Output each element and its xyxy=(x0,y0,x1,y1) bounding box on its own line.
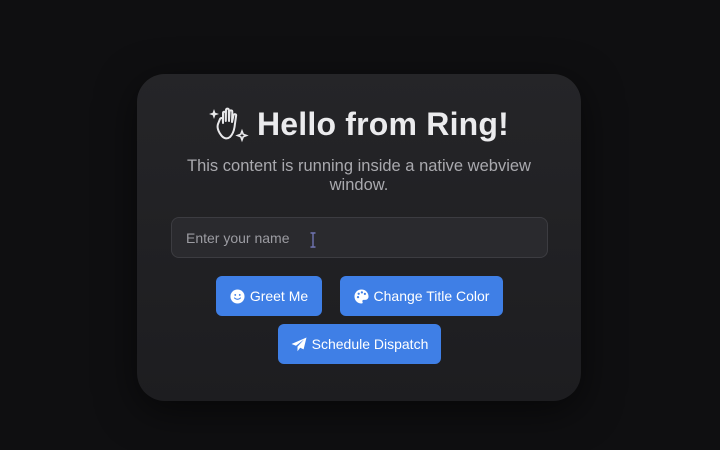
palette-icon xyxy=(353,288,369,304)
page-subtitle: This content is running inside a native … xyxy=(187,157,531,194)
webview-window: Hello from Ring! This content is running… xyxy=(0,0,720,450)
name-input[interactable] xyxy=(171,217,548,258)
smiley-face-icon xyxy=(230,288,245,304)
schedule-dispatch-button[interactable]: Schedule Dispatch xyxy=(278,324,441,364)
change-title-color-label: Change Title Color xyxy=(373,288,490,304)
schedule-dispatch-label: Schedule Dispatch xyxy=(311,336,429,352)
greet-me-label: Greet Me xyxy=(249,288,309,304)
paper-plane-icon xyxy=(291,337,307,351)
greeting-card: Hello from Ring! This content is running… xyxy=(137,74,581,401)
change-title-color-button[interactable]: Change Title Color xyxy=(340,276,503,316)
waving-hand-sparkles-icon xyxy=(208,107,249,143)
text-cursor-icon xyxy=(310,232,316,248)
title-row: Hello from Ring! xyxy=(137,102,581,146)
page-title: Hello from Ring! xyxy=(256,105,510,142)
greet-me-button[interactable]: Greet Me xyxy=(216,276,322,316)
